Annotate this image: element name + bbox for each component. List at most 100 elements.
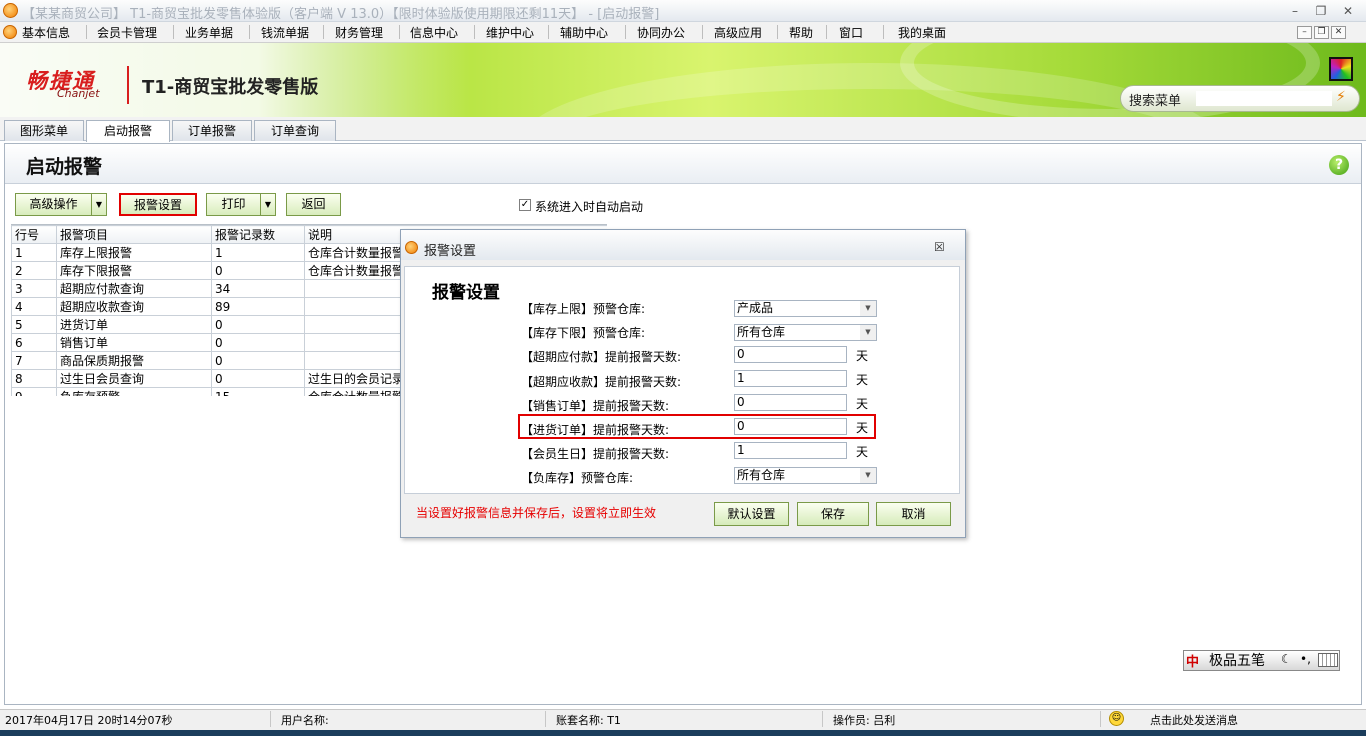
menu-item-collaboration[interactable]: 协同办公 [637,24,685,41]
mdi-restore-button[interactable]: ❐ [1314,26,1329,39]
send-message-link[interactable]: 点击此处发送消息 [1150,712,1238,728]
dialog-title-bar[interactable] [401,230,965,260]
row-number: 5 [11,315,57,334]
close-button[interactable]: ✕ [1337,3,1359,19]
half-width-icon[interactable]: ☾ [1281,652,1292,666]
lightning-icon[interactable]: ⚡ [1336,89,1346,105]
column-header-row-no[interactable]: 行号 [11,225,57,244]
tab-order-query[interactable]: 订单查询 [254,120,336,141]
cancel-button[interactable]: 取消 [876,502,951,526]
chevron-down-icon[interactable]: ▼ [860,467,877,484]
dialog-note: 当设置好报警信息并保存后，设置将立即生效 [416,506,657,520]
menu-item-my-desktop[interactable]: 我的桌面 [898,24,946,41]
member-birthday-days-label: 【会员生日】提前报警天数: [521,447,670,461]
days-unit: 天 [856,349,869,363]
overdue-receivable-days-input[interactable]: 1 [734,370,847,387]
restore-button[interactable]: ❐ [1310,3,1332,19]
app-menu-icon[interactable] [3,25,17,39]
smiley-icon[interactable]: ☺ [1109,711,1124,726]
mdi-minimize-button[interactable]: – [1297,26,1312,39]
days-unit: 天 [856,397,869,411]
menu-item-business-docs[interactable]: 业务单据 [185,24,233,41]
chanjet-logo-subtitle: Chanjet [57,87,100,100]
soft-keyboard-icon[interactable] [1318,653,1338,667]
sales-order-days-input[interactable]: 0 [734,394,847,411]
status-separator [822,711,823,727]
row-number: 9 [11,387,57,396]
print-dropdown[interactable]: ▼ [261,193,276,216]
minimize-button[interactable]: – [1284,3,1306,19]
product-name: T1-商贸宝批发零售版 [142,77,319,98]
member-birthday-days-input[interactable]: 1 [734,442,847,459]
color-theme-icon[interactable] [1329,57,1353,81]
column-header-record-count[interactable]: 报警记录数 [211,225,305,244]
default-settings-button[interactable]: 默认设置 [714,502,789,526]
menu-item-maintenance[interactable]: 维护中心 [486,24,534,41]
tab-graphic-menu[interactable]: 图形菜单 [4,120,84,141]
negative-stock-warehouse-select[interactable]: 所有仓库 [734,467,877,484]
record-count: 0 [211,315,305,334]
record-count: 0 [211,369,305,388]
save-button[interactable]: 保存 [797,502,869,526]
menu-item-info-center[interactable]: 信息中心 [410,24,458,41]
alarm-item: 负库存预警 [56,387,212,396]
punctuation-icon[interactable]: •, [1300,652,1311,666]
status-datetime: 2017年04月17日 20时14分07秒 [5,714,173,727]
days-unit: 天 [856,445,869,459]
record-count: 34 [211,279,305,298]
ime-name[interactable]: 极品五笔 [1209,650,1265,670]
record-count: 0 [211,333,305,352]
panel-header [5,144,1361,184]
page-title: 启动报警 [26,156,103,178]
column-header-alarm-item[interactable]: 报警项目 [56,225,212,244]
help-icon[interactable]: ? [1329,155,1349,175]
tab-startup-alarm[interactable]: 启动报警 [86,120,170,142]
advanced-operation-button[interactable]: 高级操作 [15,193,92,216]
purchase-order-days-label: 【进货订单】提前报警天数: [521,423,670,437]
menu-item-advanced[interactable]: 高级应用 [714,24,762,41]
menu-separator [883,25,884,39]
menu-item-window[interactable]: 窗口 [839,24,863,41]
alarm-item: 销售订单 [56,333,212,352]
back-button[interactable]: 返回 [286,193,341,216]
chevron-down-icon[interactable]: ▼ [860,300,877,317]
chevron-down-icon[interactable]: ▼ [860,324,877,341]
overdue-payable-days-input[interactable]: 0 [734,346,847,363]
alarm-item: 超期应收款查询 [56,297,212,316]
stock-lower-warehouse-select[interactable]: 所有仓库 [734,324,877,341]
status-separator [545,711,546,727]
auto-start-checkbox[interactable]: ✓ [519,199,531,211]
status-user: 用户名称: [281,714,329,727]
row-number: 1 [11,243,57,262]
alarm-item: 过生日会员查询 [56,369,212,388]
alarm-item: 超期应付款查询 [56,279,212,298]
advanced-operation-dropdown[interactable]: ▼ [92,193,107,216]
row-number: 2 [11,261,57,280]
menu-separator [399,25,400,39]
status-operator: 操作员: 吕利 [833,714,896,727]
alarm-settings-button[interactable]: 报警设置 [119,193,197,216]
auto-start-label: 系统进入时自动启动 [535,200,644,214]
menu-item-cash-docs[interactable]: 钱流单据 [261,24,309,41]
ime-logo-icon[interactable]: 中 [1186,651,1199,670]
record-count: 15 [211,387,305,396]
dialog-close-icon[interactable]: ☒ [934,240,945,254]
stock-upper-warehouse-select[interactable]: 产成品 [734,300,877,317]
stock-lower-warehouse-label: 【库存下限】预警仓库: [521,326,646,340]
negative-stock-warehouse-label: 【负库存】预警仓库: [521,471,634,485]
menu-separator [86,25,87,39]
menu-separator [474,25,475,39]
menu-item-basic-info[interactable]: 基本信息 [22,24,70,41]
purchase-order-days-input[interactable]: 0 [734,418,847,435]
mdi-close-button[interactable]: ✕ [1331,26,1346,39]
print-button[interactable]: 打印 [206,193,261,216]
logo-divider [127,66,129,104]
menu-item-finance[interactable]: 财务管理 [335,24,383,41]
row-number: 6 [11,333,57,352]
search-menu-input[interactable] [1196,91,1332,106]
menu-item-member-card[interactable]: 会员卡管理 [97,24,157,41]
row-number: 4 [11,297,57,316]
tab-order-alarm[interactable]: 订单报警 [172,120,252,141]
menu-item-help[interactable]: 帮助 [789,24,813,41]
menu-item-auxiliary[interactable]: 辅助中心 [560,24,608,41]
